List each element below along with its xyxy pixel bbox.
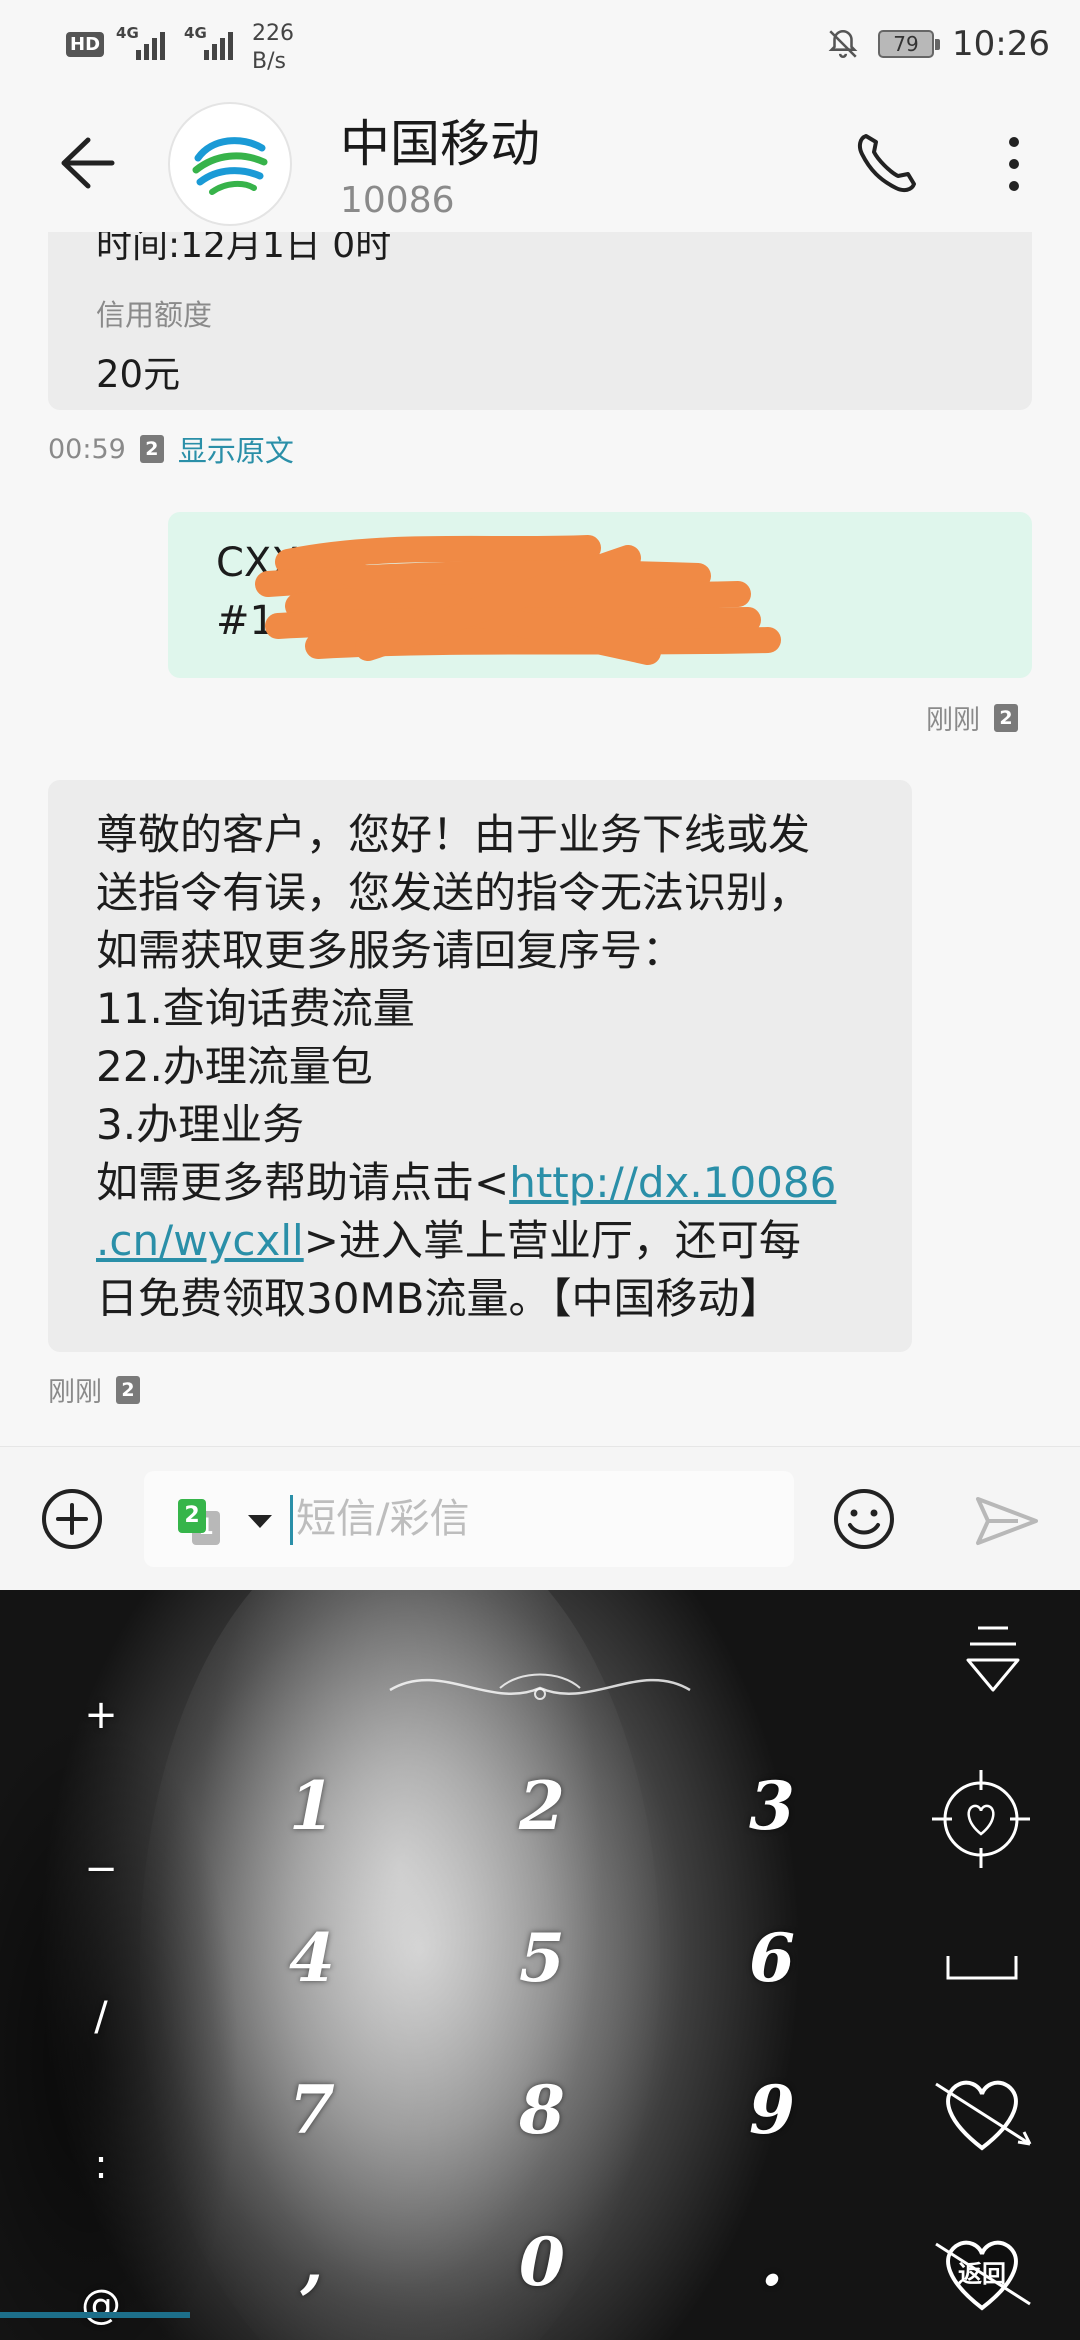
message-meta: 00:59 2 显示原文	[48, 428, 294, 470]
return-label: 返回	[958, 2260, 1006, 2288]
contact-number: 10086	[340, 180, 455, 221]
china-mobile-logo-icon	[192, 137, 268, 195]
space-icon[interactable]	[944, 1950, 1020, 1984]
message-text: 尊敬的客户，您好！由于业务下线或发 送指令有误，您发送的指令无法识别， 如需获取…	[96, 810, 837, 1323]
key-3[interactable]: 3	[712, 1756, 832, 1856]
notifications-off-icon	[828, 29, 858, 58]
message-field[interactable]: 2 1	[144, 1471, 794, 1567]
key-4[interactable]: 4	[252, 1908, 372, 2008]
numeric-keyboard: + − / : @ 1 2 3 4 5 6 7 8 9 , 0 . 返回	[0, 1590, 1080, 2340]
signal-icon-1: 4G	[116, 20, 172, 60]
battery-indicator: 79	[878, 30, 941, 58]
key-8[interactable]: 8	[482, 2060, 602, 2160]
key-6[interactable]: 6	[712, 1908, 832, 2008]
conversation-header: 中国移动 10086	[0, 92, 1080, 232]
message-time: 刚刚	[926, 705, 980, 736]
sim-selector[interactable]: 2 1	[178, 1499, 224, 1545]
key-2[interactable]: 2	[482, 1756, 602, 1856]
back-arrow-icon[interactable]	[50, 128, 120, 198]
key-comma[interactable]: ,	[252, 2212, 372, 2312]
message-bubble-outgoing[interactable]: CXXZ# #1	[168, 512, 1032, 678]
service-link[interactable]: http://dx.10086	[509, 1158, 836, 1207]
redaction-scribble	[255, 535, 781, 665]
key-colon[interactable]: :	[66, 2130, 136, 2200]
key-dot[interactable]: .	[712, 2212, 832, 2312]
message-time: 刚刚	[48, 1377, 102, 1408]
avatar[interactable]	[168, 102, 292, 226]
emoji-icon[interactable]	[832, 1487, 896, 1551]
key-at[interactable]: @	[66, 2270, 136, 2340]
status-bar: HD 4G 4G 226 B/s 79 10:26	[0, 0, 1080, 92]
hd-voice-badge: HD	[66, 32, 105, 57]
clock: 10:26	[952, 24, 1050, 64]
key-9[interactable]: 9	[712, 2060, 832, 2160]
key-1[interactable]: 1	[252, 1756, 372, 1856]
key-7[interactable]: 7	[252, 2060, 372, 2160]
phone-icon[interactable]	[850, 128, 922, 200]
scroll-indicator	[0, 2312, 190, 2318]
heart-arrow-icon[interactable]	[928, 2060, 1038, 2160]
chevron-down-icon[interactable]	[248, 1515, 272, 1528]
key-0[interactable]: 0	[482, 2212, 602, 2312]
text-cursor	[290, 1495, 293, 1545]
message-meta: 刚刚 2	[926, 698, 1018, 737]
more-vertical-icon[interactable]	[992, 128, 1036, 200]
service-link-continued[interactable]: .cn/wycxll	[96, 1216, 304, 1265]
key-minus[interactable]: −	[66, 1834, 136, 1904]
message-input[interactable]	[296, 1489, 776, 1549]
return-key[interactable]: 返回	[928, 2220, 1038, 2320]
crosshair-heart-icon[interactable]	[928, 1766, 1034, 1872]
ornament-icon	[389, 1673, 691, 1700]
send-icon[interactable]	[974, 1493, 1040, 1549]
message-composer: 2 1	[0, 1446, 1080, 1590]
key-plus[interactable]: +	[66, 1680, 136, 1750]
key-slash[interactable]: /	[66, 1982, 136, 2052]
sim-badge: 2	[994, 703, 1018, 732]
hide-keyboard-icon[interactable]	[960, 1620, 1026, 1696]
credit-limit-value: 20元	[96, 353, 181, 396]
key-5[interactable]: 5	[482, 1908, 602, 2008]
signal-icon-2: 4G	[184, 20, 240, 60]
network-speed: 226 B/s	[252, 21, 295, 74]
contact-name: 中国移动	[340, 115, 540, 173]
sim-badge: 2	[139, 435, 164, 463]
credit-limit-label: 信用额度	[96, 298, 213, 332]
add-attachment-icon[interactable]	[40, 1487, 104, 1551]
show-original-link[interactable]: 显示原文	[178, 428, 294, 470]
sim-badge: 2	[116, 1375, 140, 1404]
message-time: 00:59	[48, 433, 126, 465]
message-meta: 刚刚 2	[48, 1370, 140, 1409]
